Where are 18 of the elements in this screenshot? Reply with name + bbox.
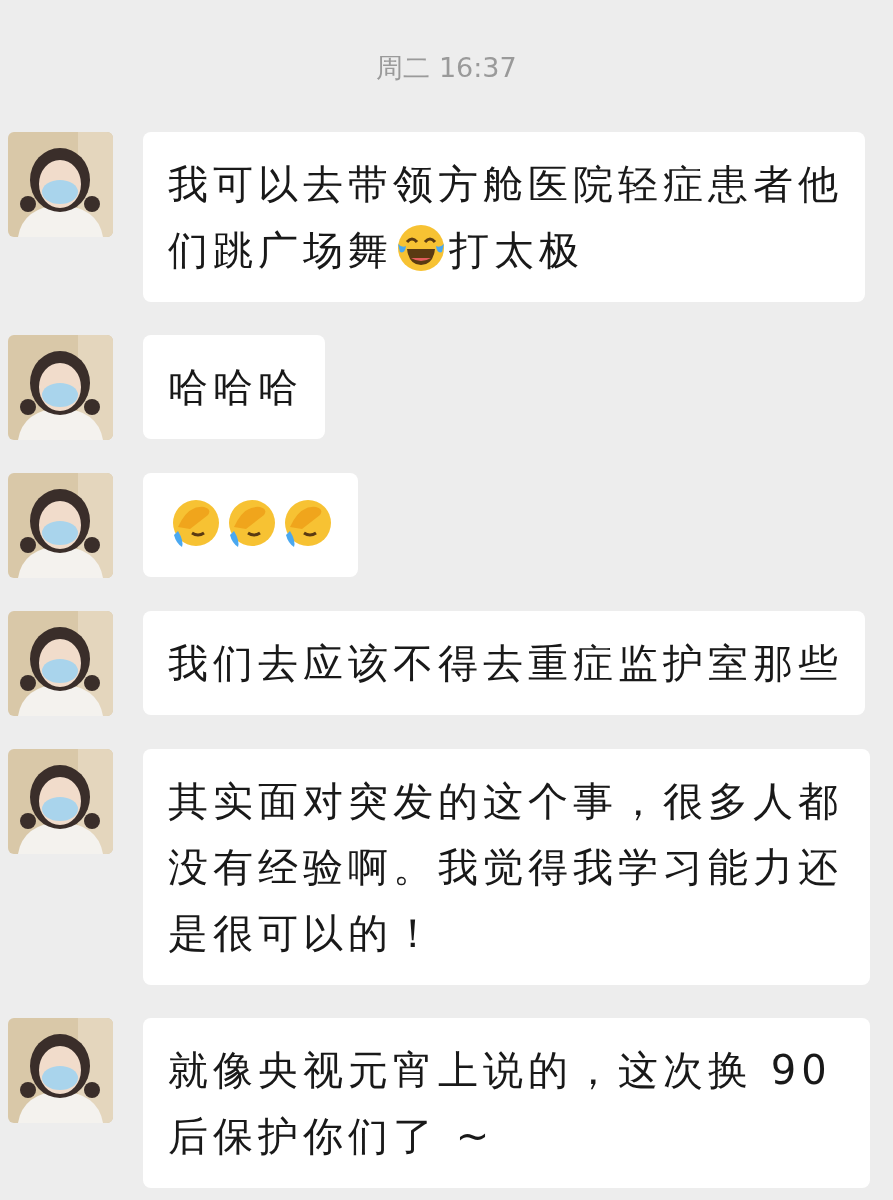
message-text: 哈哈哈: [168, 364, 303, 410]
message-text: 其实面对突发的这个事，很多人都没有经验啊。我觉得我学习能力还是很可以的！: [168, 778, 843, 956]
avatar[interactable]: [8, 132, 113, 237]
laughing-emoji-icon: [395, 222, 447, 274]
message-text: 我们去应该不得去重症监护室那些: [168, 640, 843, 686]
facepalm-emoji-icon: [170, 497, 222, 549]
message-text: 就像央视元宵上说的，这次换 90 后保护你们了 ~: [168, 1047, 832, 1159]
avatar[interactable]: [8, 473, 113, 578]
facepalm-emoji-icon: [282, 497, 334, 549]
timestamp: 周二 16:37: [376, 51, 517, 85]
message-text: 打太极: [449, 227, 584, 273]
facepalm-emoji-icon: [226, 497, 278, 549]
avatar[interactable]: [8, 1018, 113, 1123]
avatar[interactable]: [8, 749, 113, 854]
avatar[interactable]: [8, 335, 113, 440]
message-text: 我可以去带领方舱医院轻症患者他: [168, 160, 843, 209]
message-text: 们跳广场舞: [168, 227, 393, 273]
avatar[interactable]: [8, 611, 113, 716]
